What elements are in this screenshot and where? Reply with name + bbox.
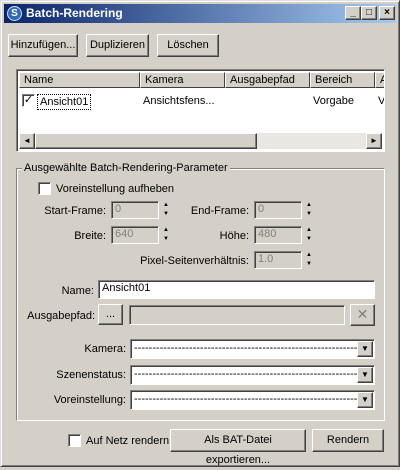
width-field[interactable]: 640 [111,226,159,244]
clear-output-button[interactable]: ✕ [350,304,375,326]
output-browse-button[interactable]: ... [98,304,123,325]
height-spinner[interactable]: ▲ ▼ [304,226,314,244]
params-group-title: Ausgewählte Batch-Rendering-Parameter [22,162,230,175]
width-spinner[interactable]: ▲ ▼ [161,226,171,244]
width-label: Breite: [74,230,106,242]
title-bar[interactable]: S Batch-Rendering _ □ × [4,4,396,23]
list-header: Name Kamera Ausgabepfad Bereich A [19,72,384,88]
row-enabled-checkbox[interactable]: ✓ [22,94,35,107]
minimize-icon: _ [350,7,356,18]
net-render-checkbox[interactable] [68,434,81,447]
row-camera: Ansichtsfens... [143,95,215,107]
window-title: Batch-Rendering [26,6,123,20]
camera-dropdown[interactable]: ----------------------------------------… [130,339,375,359]
column-header-name[interactable]: Name [19,72,140,88]
height-field[interactable]: 480 [254,226,302,244]
override-preset-label: Voreinstellung aufheben [56,183,175,195]
batch-render-window: S Batch-Rendering _ □ × Hinzufügen... Du… [0,0,400,467]
camera-label: Kamera: [84,343,126,355]
row-extra: V [378,95,385,107]
scene-state-dropdown[interactable]: ----------------------------------------… [130,365,375,385]
clear-x-icon: ✕ [356,306,369,322]
chevron-down-icon[interactable]: ▼ [357,341,373,357]
delete-button[interactable]: Löschen [157,34,219,57]
spin-down-icon: ▼ [306,236,312,242]
scene-state-dropdown-value: ----------------------------------------… [134,368,358,380]
spin-down-icon: ▼ [306,211,312,217]
row-name: Ansicht01 [37,94,92,110]
name-field[interactable]: Ansicht01 [98,280,375,299]
output-path-field[interactable] [129,305,345,325]
scrollbar-thumb[interactable] [35,133,257,149]
end-frame-label: End-Frame: [190,205,249,217]
pixel-aspect-field[interactable]: 1.0 [254,251,302,269]
start-frame-spinner[interactable]: ▲ ▼ [161,201,171,219]
column-header-camera[interactable]: Kamera [140,72,225,88]
close-button[interactable]: × [379,6,395,20]
height-label: Höhe: [219,230,249,242]
start-frame-label: Start-Frame: [44,205,106,217]
minimize-button[interactable]: _ [345,6,361,20]
output-path-label: Ausgabepfad: [27,310,95,322]
end-frame-spinner[interactable]: ▲ ▼ [304,201,314,219]
preset-dropdown[interactable]: ----------------------------------------… [130,390,375,410]
add-button[interactable]: Hinzufügen... [8,34,78,57]
spin-up-icon: ▲ [163,202,169,208]
maximize-button[interactable]: □ [361,6,377,20]
spin-up-icon: ▲ [163,227,169,233]
preset-label: Voreinstellung: [53,394,126,406]
column-header-range[interactable]: Bereich [310,72,375,88]
spin-up-icon: ▲ [306,202,312,208]
column-header-output[interactable]: Ausgabepfad [225,72,310,88]
duplicate-button[interactable]: Duplizieren [86,34,149,57]
scene-state-label: Szenenstatus: [56,369,126,381]
batch-list[interactable]: Name Kamera Ausgabepfad Bereich A ✓ Ansi… [16,69,385,152]
app-icon: S [7,6,22,21]
horizontal-scrollbar[interactable]: ◄ ► [19,133,382,149]
spin-down-icon: ▼ [163,211,169,217]
net-render-label: Auf Netz rendern [86,435,170,447]
render-button[interactable]: Rendern [312,429,384,452]
spin-down-icon: ▼ [306,261,312,267]
start-frame-field[interactable]: 0 [111,201,159,219]
pixel-aspect-label: Pixel-Seitenverhältnis: [140,255,249,267]
scroll-right-button[interactable]: ► [366,133,382,149]
arrow-right-icon: ► [370,136,378,145]
spin-up-icon: ▲ [306,252,312,258]
spin-up-icon: ▲ [306,227,312,233]
chevron-down-icon[interactable]: ▼ [357,392,373,408]
end-frame-field[interactable]: 0 [254,201,302,219]
spin-down-icon: ▼ [163,236,169,242]
override-preset-checkbox[interactable] [38,182,51,195]
chevron-down-icon[interactable]: ▼ [357,367,373,383]
arrow-left-icon: ◄ [23,136,31,145]
camera-dropdown-value: ----------------------------------------… [134,342,358,354]
row-range: Vorgabe [313,95,354,107]
export-bat-button[interactable]: Als BAT-Datei exportieren... [170,429,306,466]
scroll-left-button[interactable]: ◄ [19,133,35,149]
column-header-extra[interactable]: A [375,72,384,88]
close-icon: × [384,7,390,18]
pixel-aspect-spinner[interactable]: ▲ ▼ [304,251,314,269]
preset-dropdown-value: ----------------------------------------… [134,393,358,405]
maximize-icon: □ [365,7,373,18]
name-label: Name: [61,285,94,297]
